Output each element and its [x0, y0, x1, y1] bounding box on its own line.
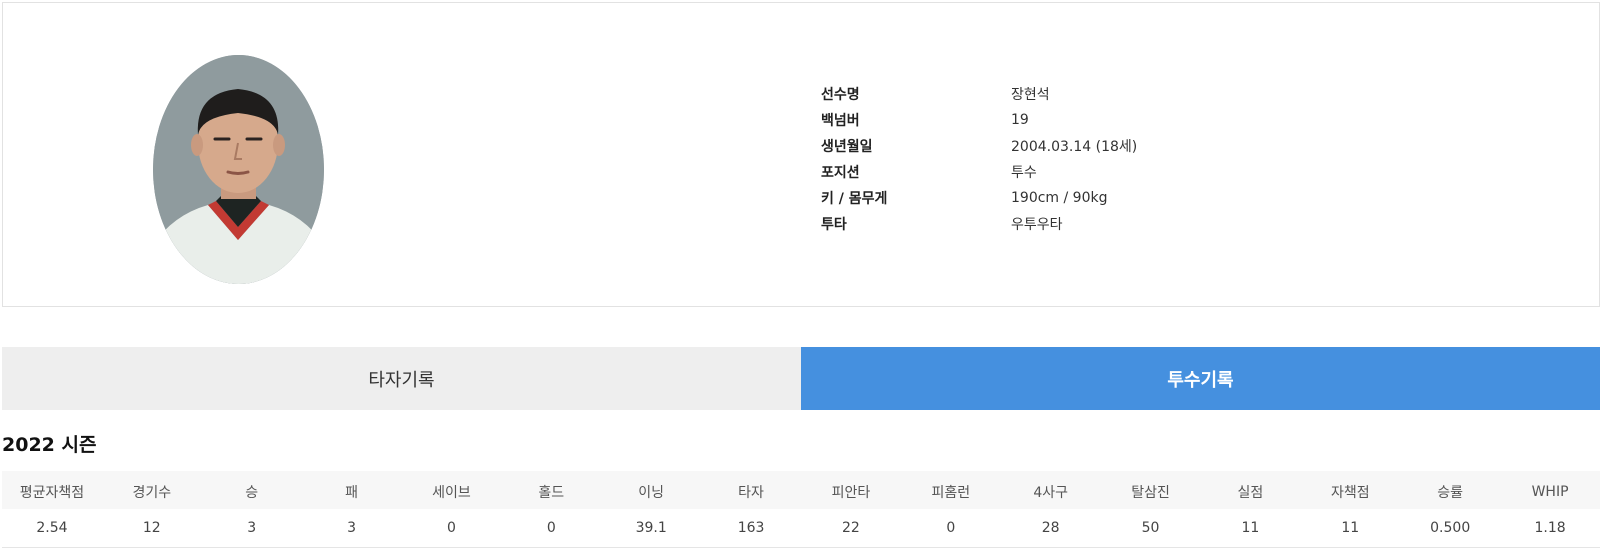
stats-value-cell: 3 — [301, 509, 402, 548]
name-label: 선수명 — [821, 87, 860, 103]
stats-value-cell: 22 — [801, 509, 901, 548]
tab-batting-record[interactable]: 타자기록 — [2, 347, 801, 410]
stats-header-cell: 피안타 — [801, 471, 901, 509]
stats-value-cell: 28 — [1000, 509, 1101, 548]
stats-header-cell: WHIP — [1500, 471, 1600, 509]
stats-header-cell: 이닝 — [601, 471, 702, 509]
stats-header-cell: 피홈런 — [900, 471, 1001, 509]
info-row-hand: 투타 우투우타 — [821, 211, 1137, 237]
stats-value-row: 2.54 12 3 3 0 0 39.1 163 22 0 28 50 11 11 0.500 1.18 — [2, 509, 1600, 548]
position-value: 투수 — [1011, 165, 1037, 181]
stats-value-cell: 12 — [101, 509, 202, 548]
stats-value-cell: 2.54 — [2, 509, 102, 548]
number-label: 백넘버 — [821, 113, 860, 129]
stats-value-cell: 0.500 — [1400, 509, 1501, 548]
size-label: 키 / 몸무게 — [821, 191, 888, 207]
stats-header-cell: 자책점 — [1300, 471, 1401, 509]
info-row-birth: 생년월일 2004.03.14 (18세) — [821, 133, 1137, 159]
stats-header-cell: 패 — [301, 471, 402, 509]
stats-header-cell: 승 — [201, 471, 302, 509]
hand-label: 투타 — [821, 217, 847, 233]
stats-header-cell: 세이브 — [401, 471, 502, 509]
stats-value-cell: 0 — [900, 509, 1001, 548]
info-row-size: 키 / 몸무게 190cm / 90kg — [821, 185, 1137, 211]
info-row-number: 백넘버 19 — [821, 107, 1137, 133]
record-tabs: 타자기록 투수기록 — [2, 347, 1600, 410]
stats-value-cell: 11 — [1200, 509, 1301, 548]
stats-header-cell: 승률 — [1400, 471, 1501, 509]
stats-header-cell: 타자 — [701, 471, 801, 509]
season-title: 2022 시즌 — [2, 434, 97, 456]
number-value: 19 — [1011, 112, 1029, 128]
stats-value-cell: 163 — [701, 509, 801, 548]
stats-value-cell: 0 — [501, 509, 602, 548]
player-photo — [153, 55, 324, 284]
stats-header-cell: 홀드 — [501, 471, 602, 509]
stats-header-cell: 평균자책점 — [2, 471, 102, 509]
tab-pitching-record[interactable]: 투수기록 — [801, 347, 1600, 410]
info-row-position: 포지션 투수 — [821, 159, 1137, 185]
birth-label: 생년월일 — [821, 139, 873, 155]
size-value: 190cm / 90kg — [1011, 190, 1108, 206]
info-row-name: 선수명 장현석 — [821, 81, 1137, 107]
pitching-stats-table: 평균자책점 경기수 승 패 세이브 홀드 이닝 타자 피안타 피홈런 4사구 탈삼진 실점 자책점 승률 WH… — [2, 471, 1600, 548]
stats-value-cell: 11 — [1300, 509, 1401, 548]
stats-header-row: 평균자책점 경기수 승 패 세이브 홀드 이닝 타자 피안타 피홈런 4사구 탈삼진 실점 자책점 승률 WH… — [2, 471, 1600, 509]
birth-value: 2004.03.14 (18세) — [1011, 139, 1138, 155]
stats-header-cell: 경기수 — [101, 471, 202, 509]
player-info: 선수명 장현석 백넘버 19 생년월일 2004.03.14 (18세) 포지션… — [821, 81, 1137, 237]
stats-value-cell: 3 — [201, 509, 302, 548]
name-value: 장현석 — [1011, 87, 1050, 103]
player-profile-card: 선수명 장현석 백넘버 19 생년월일 2004.03.14 (18세) 포지션… — [2, 2, 1600, 307]
stats-value-cell: 0 — [401, 509, 502, 548]
stats-value-cell: 50 — [1100, 509, 1201, 548]
stats-header-cell: 4사구 — [1000, 471, 1101, 509]
stats-header-cell: 탈삼진 — [1100, 471, 1201, 509]
stats-value-cell: 1.18 — [1500, 509, 1600, 548]
hand-value: 우투우타 — [1011, 217, 1063, 233]
stats-value-cell: 39.1 — [601, 509, 702, 548]
stats-header-cell: 실점 — [1200, 471, 1301, 509]
player-photo-image — [153, 55, 324, 284]
position-label: 포지션 — [821, 165, 860, 181]
